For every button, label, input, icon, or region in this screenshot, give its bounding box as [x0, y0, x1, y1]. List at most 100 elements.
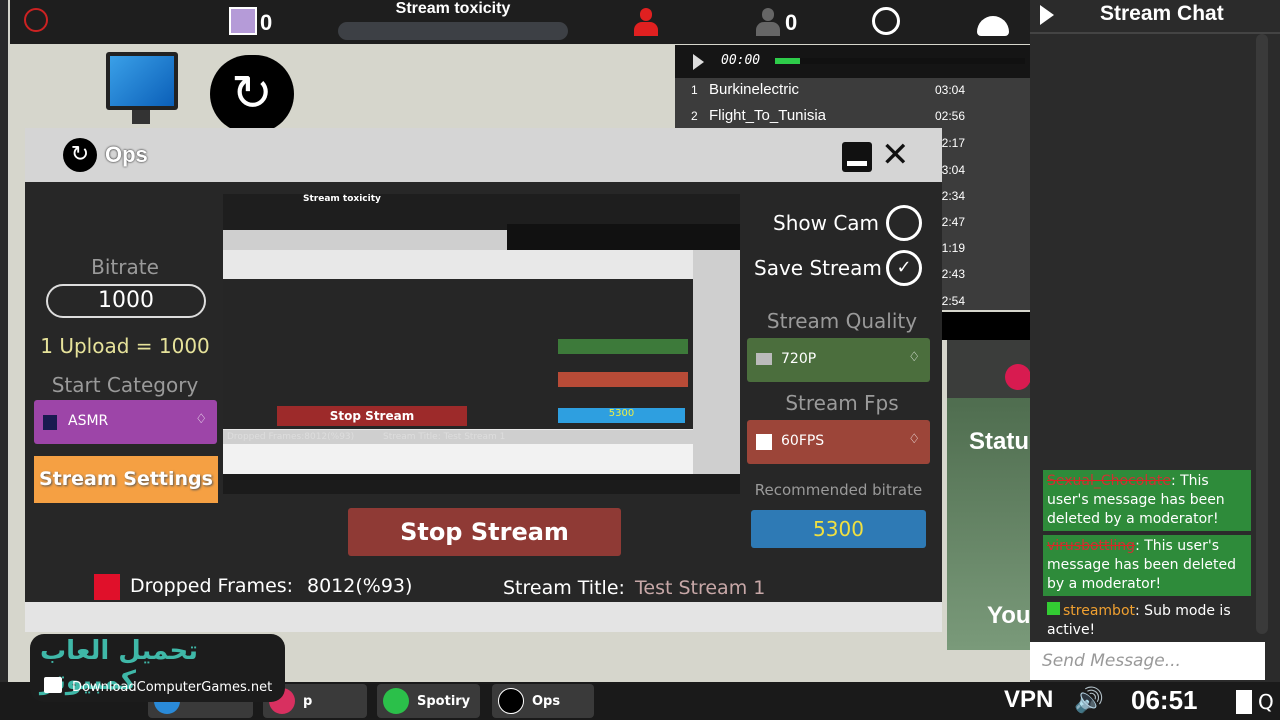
chat-message: Sexual_Chocolate: This user's message ha…: [1043, 470, 1251, 531]
vpn-lock-icon[interactable]: [1005, 364, 1031, 390]
category-value: ASMR: [68, 413, 109, 429]
stream-settings-button[interactable]: Stream Settings: [34, 456, 218, 503]
dropped-frames-value: 8012(%93): [307, 575, 413, 597]
stop-stream-button[interactable]: Stop Stream: [348, 508, 621, 556]
stream-title-label: Stream Title:: [503, 577, 625, 599]
exit-icon[interactable]: [1236, 690, 1252, 714]
viewers-icon: [754, 8, 782, 36]
ops-window: ↻ Ops ✕ Bitrate 1000 1 Upload = 1000 Sta…: [25, 128, 942, 632]
minimize-button[interactable]: [842, 142, 872, 172]
chevron-updown-icon: ♢: [908, 350, 920, 365]
toxicity-bar: [338, 22, 568, 40]
fps-label: Stream Fps: [785, 391, 899, 415]
vpn-button[interactable]: VPN: [1004, 686, 1053, 714]
watermark-pc-icon: [44, 677, 62, 693]
status-window: Status You: [947, 340, 1042, 650]
show-cam-label: Show Cam: [773, 211, 880, 235]
song-duration: 03:04: [934, 83, 965, 97]
save-stream-label: Save Stream: [754, 256, 882, 280]
chat-username[interactable]: streambot: [1063, 603, 1135, 619]
chat-divider: [1030, 32, 1280, 34]
save-stream-checkbox[interactable]: ✓: [886, 250, 922, 286]
task-label: Ops: [532, 694, 561, 709]
screen-edge: [0, 0, 8, 720]
spotiry-icon: [383, 688, 409, 714]
ops-title: Ops: [105, 142, 148, 167]
player-progress[interactable]: [775, 58, 1025, 64]
song-row[interactable]: 2 Flight_To_Tunisia 02:56: [675, 104, 975, 130]
play-icon[interactable]: [693, 54, 704, 70]
preview-title: Stream Title: Test Stream 1: [383, 432, 506, 442]
task-label: p: [303, 694, 313, 709]
quality-label: Stream Quality: [766, 309, 918, 333]
chat-scrollbar[interactable]: [1256, 34, 1268, 634]
taskbar-app-ops[interactable]: Ops: [492, 684, 594, 718]
song-title: Burkinelectric: [709, 81, 800, 98]
song-duration: 2:43: [941, 267, 965, 281]
taskbar-app-spotiry[interactable]: Spotiry: [377, 684, 480, 718]
chat-username[interactable]: Sexual_Chocolate: [1047, 473, 1171, 489]
chat-collapse-icon[interactable]: [1040, 5, 1054, 25]
player-time: 00:00: [721, 53, 761, 68]
viewers-count: 0: [785, 10, 798, 35]
search-icon[interactable]: Q: [1258, 690, 1274, 714]
fps-value: 60FPS: [781, 433, 825, 449]
ops-footer: [25, 602, 942, 632]
song-duration: 3:04: [941, 163, 965, 177]
chat-message: streambot: Sub mode is active!: [1043, 600, 1251, 642]
quality-value: 720P: [781, 351, 817, 367]
song-duration: 1:19: [941, 241, 965, 255]
send-message-input[interactable]: Send Message...: [1030, 642, 1265, 680]
user-red-icon[interactable]: [632, 8, 660, 36]
preview-stop: Stop Stream: [277, 406, 467, 426]
ops-icon: [498, 688, 524, 714]
task-label: Spotiry: [417, 694, 471, 709]
bitrate-label: Bitrate: [91, 255, 159, 279]
show-cam-checkbox[interactable]: [886, 205, 922, 241]
recommended-bitrate: 5300: [751, 510, 926, 548]
song-duration: 2:17: [941, 136, 965, 150]
asmr-icon: [43, 415, 57, 430]
song-duration: 02:56: [934, 109, 965, 123]
preview-toxicity: Stream toxicity: [303, 194, 381, 204]
cat-avatar-icon: [229, 7, 257, 35]
playlist-bottom: [940, 312, 1030, 340]
stream-title-value[interactable]: Test Stream 1: [635, 577, 765, 599]
dropped-frames-label: Dropped Frames:: [130, 575, 294, 597]
watermark-site: DownloadComputerGames.net: [72, 680, 273, 695]
close-button[interactable]: ✕: [881, 138, 910, 172]
chat-username[interactable]: virusbottling: [1047, 538, 1135, 554]
bitrate-input[interactable]: 1000: [46, 284, 206, 318]
ops-app-icon[interactable]: ↻: [210, 55, 294, 133]
fps-dropdown[interactable]: 60FPS ♢: [747, 420, 930, 464]
category-label: Start Category: [51, 373, 199, 397]
song-number: 1: [691, 83, 698, 97]
stopwatch-icon[interactable]: [872, 7, 900, 35]
ops-logo-icon: ↻: [63, 138, 97, 172]
upload-rate: 1 Upload = 1000: [40, 334, 210, 358]
song-duration: 2:47: [941, 215, 965, 229]
ops-titlebar[interactable]: ↻ Ops ✕: [25, 128, 942, 182]
computer-icon[interactable]: [102, 50, 184, 126]
category-dropdown[interactable]: ASMR ♢: [34, 400, 217, 444]
chevron-updown-icon: ♢: [908, 432, 920, 447]
volume-icon[interactable]: 🔊: [1074, 686, 1104, 714]
song-row[interactable]: 1 Burkinelectric 03:04: [675, 78, 975, 104]
music-player: 00:00: [675, 45, 1030, 78]
quality-dropdown[interactable]: 720P ♢: [747, 338, 930, 382]
no-signal-icon[interactable]: [24, 8, 48, 32]
quality-icon: [756, 353, 772, 365]
song-title: Flight_To_Tunisia: [709, 107, 827, 124]
toxicity-label: Stream toxicity: [395, 0, 511, 17]
chat-title: Stream Chat: [1100, 2, 1224, 25]
status-text: You: [987, 602, 1031, 629]
dropped-frames-indicator: [94, 574, 120, 600]
song-number: 2: [691, 109, 698, 123]
chat-message: virusbottling: This user's message has b…: [1043, 535, 1251, 596]
watermark: تحميل العاب كمبيوتر DownloadComputerGame…: [30, 634, 285, 702]
preview-rec: 5300: [558, 408, 685, 423]
chevron-updown-icon: ♢: [195, 412, 207, 427]
mod-badge-icon: [1047, 602, 1060, 615]
song-duration: 2:34: [941, 189, 965, 203]
recommended-label: Recommended bitrate: [754, 481, 923, 499]
